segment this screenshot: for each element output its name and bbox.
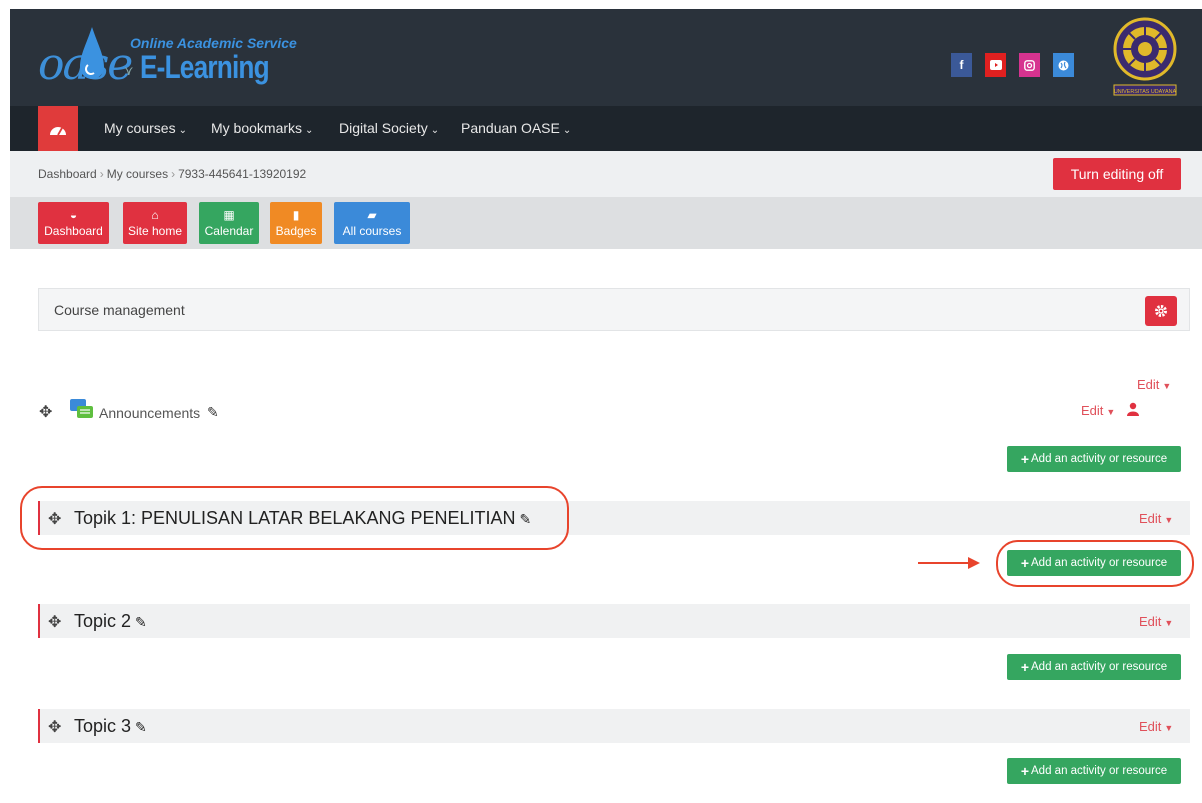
nav-dashboard-button[interactable] bbox=[38, 106, 78, 151]
user-role-icon[interactable] bbox=[1127, 402, 1139, 416]
topic-3-edit-menu[interactable]: Edit ▼ bbox=[1139, 719, 1173, 734]
university-seal-logo: UNIVERSITAS UDAYANA bbox=[1113, 17, 1177, 96]
move-icon[interactable]: ✥ bbox=[39, 402, 52, 422]
chevron-down-icon: ⌄ bbox=[178, 125, 187, 136]
logo-title: E-Learning bbox=[140, 49, 270, 85]
forum-icon bbox=[70, 399, 93, 418]
web-icon[interactable] bbox=[1053, 53, 1074, 77]
nav-digital-society[interactable]: Digital Society ⌄ bbox=[339, 106, 439, 151]
add-activity-button-topic-2[interactable]: + Add an activity or resource bbox=[1007, 654, 1181, 680]
announcements-edit-menu[interactable]: Edit ▼ bbox=[1081, 403, 1115, 418]
plus-icon: + bbox=[1020, 763, 1030, 779]
home-icon: ⌂ bbox=[151, 208, 159, 222]
youtube-icon[interactable] bbox=[985, 53, 1006, 77]
nav-my-courses[interactable]: My courses ⌄ bbox=[104, 106, 187, 151]
caret-down-icon: ▼ bbox=[1162, 381, 1172, 391]
course-management-label: Course management bbox=[54, 302, 185, 318]
main-navbar: My courses ⌄ My bookmarks ⌄ Digital Societ… bbox=[10, 106, 1202, 151]
annotation-highlight-add-button bbox=[996, 540, 1194, 587]
site-header: oase Online Academic Service ⋎ E-Learnin… bbox=[10, 9, 1202, 106]
logo-leaf-icon: ⋎ bbox=[124, 63, 134, 78]
plus-icon: + bbox=[1020, 659, 1030, 675]
breadcrumb-course-id[interactable]: 7933-445641-13920192 bbox=[178, 167, 306, 181]
quick-all-courses-button[interactable]: ▰ All courses bbox=[334, 202, 410, 244]
book-icon: ▰ bbox=[367, 208, 377, 222]
move-icon[interactable]: ✥ bbox=[48, 717, 61, 737]
chevron-down-icon: ⌄ bbox=[305, 125, 314, 136]
course-management-panel: Course management bbox=[38, 288, 1190, 331]
quick-links-bar: ◒ Dashboard ⌂ Site home ▦ Calendar ▮ Badges … bbox=[10, 197, 1202, 249]
breadcrumb-dashboard[interactable]: Dashboard bbox=[38, 167, 97, 181]
caret-down-icon: ▼ bbox=[1164, 723, 1174, 733]
caret-down-icon: ▼ bbox=[1164, 515, 1174, 525]
quick-dashboard-button[interactable]: ◒ Dashboard bbox=[38, 202, 109, 244]
quick-badges-button[interactable]: ▮ Badges bbox=[270, 202, 322, 244]
edit-title-pencil-icon[interactable]: ✎ bbox=[135, 614, 147, 630]
plus-icon: + bbox=[1020, 451, 1030, 467]
topic-3-title: Topic 3 ✎ bbox=[74, 716, 147, 736]
site-logo[interactable]: oase Online Academic Service ⋎ E-Learnin… bbox=[38, 19, 298, 99]
add-activity-button-general[interactable]: + Add an activity or resource bbox=[1007, 446, 1181, 472]
annotation-highlight-topic-title bbox=[20, 486, 569, 550]
caret-down-icon: ▼ bbox=[1106, 407, 1116, 417]
announcements-link[interactable]: Announcements bbox=[99, 405, 200, 421]
quick-calendar-button[interactable]: ▦ Calendar bbox=[199, 202, 259, 244]
nav-my-bookmarks[interactable]: My bookmarks ⌄ bbox=[211, 106, 313, 151]
turn-editing-off-button[interactable]: Turn editing off bbox=[1053, 158, 1181, 190]
facebook-icon[interactable]: f bbox=[951, 53, 972, 77]
topic-3-header: ✥ Topic 3 ✎ Edit ▼ bbox=[38, 709, 1190, 743]
instagram-icon[interactable] bbox=[1019, 53, 1040, 77]
move-icon[interactable]: ✥ bbox=[48, 612, 61, 632]
breadcrumb-bar: Dashboard › My courses › 7933-445641-1392019… bbox=[10, 151, 1202, 197]
nav-panduan-oase[interactable]: Panduan OASE ⌄ bbox=[461, 106, 571, 151]
topic-2-edit-menu[interactable]: Edit ▼ bbox=[1139, 614, 1173, 629]
topic-2-title: Topic 2 ✎ bbox=[74, 611, 147, 631]
caret-down-icon: ▼ bbox=[1164, 618, 1174, 628]
gear-icon bbox=[1155, 305, 1167, 317]
topic-2-header: ✥ Topic 2 ✎ Edit ▼ bbox=[38, 604, 1190, 638]
calendar-icon: ▦ bbox=[223, 208, 235, 222]
breadcrumb-my-courses[interactable]: My courses bbox=[107, 167, 168, 181]
water-drop-icon bbox=[80, 27, 104, 79]
annotation-arrow-icon bbox=[918, 557, 980, 569]
dashboard-icon: ◒ bbox=[69, 208, 78, 222]
course-management-gear-button[interactable] bbox=[1145, 296, 1177, 326]
topic-1-edit-menu[interactable]: Edit ▼ bbox=[1139, 511, 1173, 526]
chevron-down-icon: ⌄ bbox=[430, 125, 440, 136]
quick-site-home-button[interactable]: ⌂ Site home bbox=[123, 202, 187, 244]
general-section-edit-menu[interactable]: Edit ▼ bbox=[1137, 377, 1171, 392]
add-activity-button-topic-3[interactable]: + Add an activity or resource bbox=[1007, 758, 1181, 784]
badge-icon: ▮ bbox=[292, 208, 300, 222]
chevron-down-icon: ⌄ bbox=[562, 125, 572, 136]
breadcrumb: Dashboard › My courses › 7933-445641-1392019… bbox=[38, 167, 307, 181]
dashboard-icon bbox=[50, 126, 66, 135]
edit-title-pencil-icon[interactable]: ✎ bbox=[135, 719, 147, 735]
edit-title-pencil-icon[interactable]: ✎ bbox=[207, 404, 219, 421]
seal-caption: UNIVERSITAS UDAYANA bbox=[1114, 89, 1177, 95]
